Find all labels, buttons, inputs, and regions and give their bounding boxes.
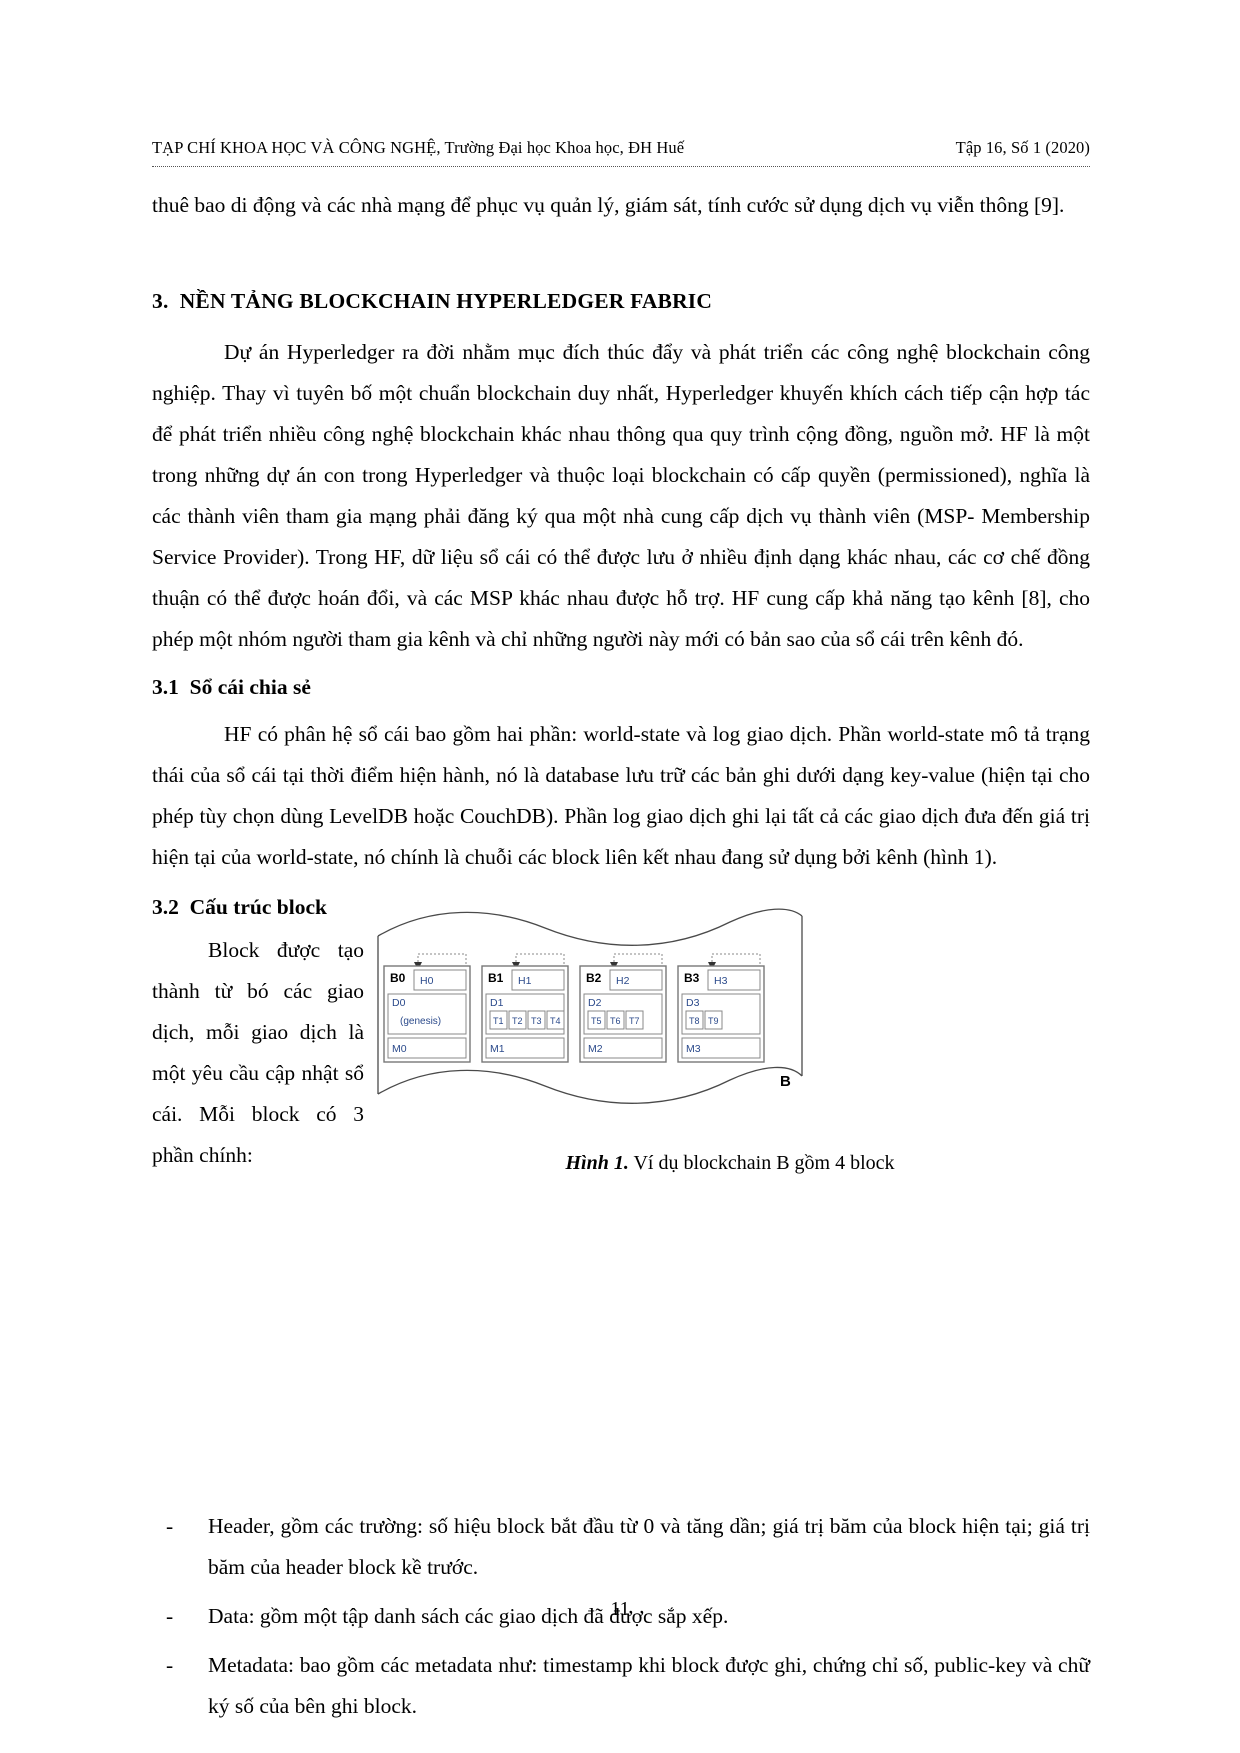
b0-header: H0 <box>420 975 434 987</box>
figure-caption-label: Hình 1. <box>565 1152 629 1174</box>
section-3-title: NỀN TẢNG BLOCKCHAIN HYPERLEDGER FABRIC <box>179 289 713 313</box>
b2-metadata: M2 <box>588 1043 603 1055</box>
b1-data: D1 <box>490 997 504 1009</box>
section-3-number: 3. <box>152 289 169 313</box>
running-head-right: Tập 16, Số 1 (2020) <box>955 138 1090 157</box>
chain-bottom-wave <box>377 1066 803 1104</box>
b1-tx-3: T4 <box>550 1016 561 1026</box>
diagram-block-b0: B0 H0 D0 (genesis) M0 <box>383 965 471 1063</box>
section-32-title: Cấu trúc block <box>189 895 327 919</box>
chain-label: B <box>780 1073 791 1090</box>
bullet-text: Metadata: bao gồm các metadata như: time… <box>208 1653 1090 1718</box>
bullet-marker: - <box>166 1514 174 1538</box>
b0-name: B0 <box>390 971 406 985</box>
diagram-block-b1: B1 H1 D1 T1 T2 T3 T4 M1 <box>481 965 569 1063</box>
b3-tx-1: T9 <box>708 1016 719 1026</box>
section-31-paragraph: HF có phân hệ sổ cái bao gồm hai phần: w… <box>152 722 1090 869</box>
b3-metadata: M3 <box>686 1043 701 1055</box>
b2-transactions: T5 T6 T7 <box>587 1010 644 1030</box>
b1-tx-0: T1 <box>493 1016 504 1026</box>
diagram-block-b2: B2 H2 D2 T5 T6 T7 M2 <box>579 965 667 1063</box>
list-item: - Metadata: bao gồm các metadata như: ti… <box>152 1645 1090 1727</box>
b2-data: D2 <box>588 997 602 1009</box>
section-31-number: 3.1 <box>152 675 179 699</box>
b2-header: H2 <box>616 975 630 987</box>
chain-top-wave <box>377 908 803 946</box>
bullet-text: Header, gồm các trường: số hiệu block bắ… <box>208 1514 1090 1579</box>
b1-tx-1: T2 <box>512 1016 523 1026</box>
continued-paragraph: thuê bao di động và các nhà mạng để phục… <box>152 193 1065 217</box>
section-32-figure-region: 3.2 Cấu trúc block Block được tạo thành … <box>152 890 1090 1476</box>
section-32-text-column: 3.2 Cấu trúc block Block được tạo thành … <box>152 890 364 1176</box>
b0-data: D0 <box>392 997 406 1009</box>
b0-genesis: (genesis) <box>400 1016 441 1027</box>
figure-1: B0 H0 D0 (genesis) M0 B1 H1 D1 T1 T2 T3 … <box>370 890 1090 1140</box>
b2-tx-2: T7 <box>629 1016 640 1026</box>
section-3-heading: 3. NỀN TẢNG BLOCKCHAIN HYPERLEDGER FABRI… <box>152 286 1090 316</box>
diagram-block-b3: B3 H3 D3 T8 T9 M3 <box>677 965 765 1063</box>
list-item: - Header, gồm các trường: số hiệu block … <box>152 1506 1090 1588</box>
running-head-left: TẠP CHÍ KHOA HỌC VÀ CÔNG NGHỆ, Trường Đạ… <box>152 138 685 157</box>
b3-data: D3 <box>686 997 700 1009</box>
b2-tx-0: T5 <box>591 1016 602 1026</box>
page-number: 11 <box>610 1598 630 1620</box>
b3-name: B3 <box>684 971 700 985</box>
section-31-title: Sổ cái chia sẻ <box>189 675 311 699</box>
running-head-rule <box>152 166 1090 167</box>
b1-name: B1 <box>488 971 504 985</box>
b0-metadata: M0 <box>392 1043 407 1055</box>
b3-tx-0: T8 <box>689 1016 700 1026</box>
b2-name: B2 <box>586 971 602 985</box>
figure-caption: Hình 1. Ví dụ blockchain B gồm 4 block <box>370 1152 1090 1175</box>
blockchain-diagram: B0 H0 D0 (genesis) M0 B1 H1 D1 T1 T2 T3 … <box>377 908 803 1104</box>
section-31-heading: 3.1 Sổ cái chia sẻ <box>152 672 1090 702</box>
section-32-number: 3.2 <box>152 895 179 919</box>
section-32-heading: 3.2 Cấu trúc block <box>152 890 364 924</box>
bullet-marker: - <box>166 1653 174 1677</box>
b2-tx-1: T6 <box>610 1016 621 1026</box>
section-32-paragraph: Block được tạo thành từ bó các giao dịch… <box>152 938 364 1167</box>
b3-header: H3 <box>714 975 728 987</box>
running-head: TẠP CHÍ KHOA HỌC VÀ CÔNG NGHỆ, Trường Đạ… <box>152 138 1090 158</box>
b1-header: H1 <box>518 975 532 987</box>
document-page: TẠP CHÍ KHOA HỌC VÀ CÔNG NGHỆ, Trường Đạ… <box>0 0 1240 1753</box>
section-3-paragraph: Dự án Hyperledger ra đời nhằm mục đích t… <box>152 340 1090 651</box>
b1-tx-2: T3 <box>531 1016 542 1026</box>
figure-caption-text: Ví dụ blockchain B gồm 4 block <box>633 1152 895 1174</box>
b1-metadata: M1 <box>490 1043 505 1055</box>
page-content: thuê bao di động và các nhà mạng để phục… <box>152 185 1090 1735</box>
